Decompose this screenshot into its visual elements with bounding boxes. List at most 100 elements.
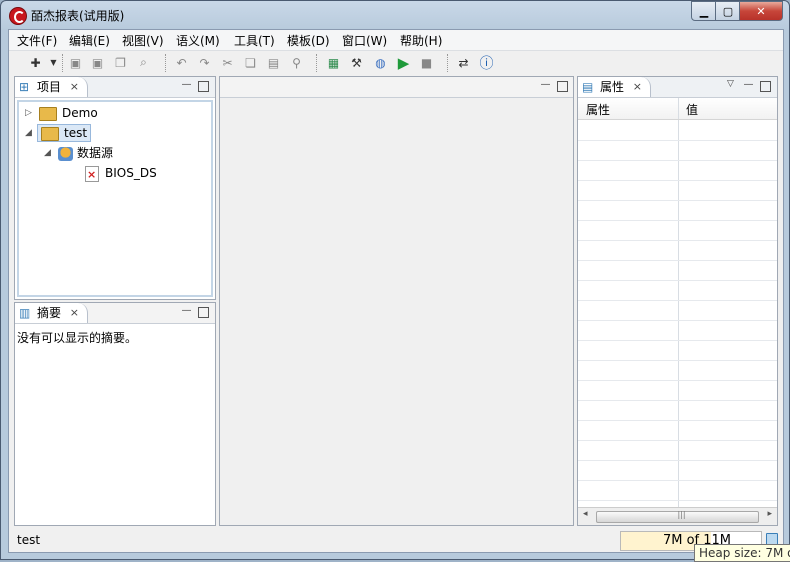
- new-dropdown-icon[interactable]: ▼: [45, 54, 62, 71]
- maximize-panel-icon[interactable]: [198, 307, 209, 318]
- menu-view[interactable]: 视图(V): [122, 32, 164, 49]
- minimize-panel-icon[interactable]: —: [181, 305, 192, 316]
- toolbar: ✚ ▼ ▣ ▣ ❐ ⌕ ↶ ↷ ✂ ❏ ▤ ⚲ ▦ ⚒ ◍ ▶ ■ ⇄ ⓘ: [9, 51, 783, 75]
- properties-table: 属性 值 ◂ ||| ▸: [578, 98, 777, 525]
- close-tab-icon[interactable]: ×: [70, 77, 79, 97]
- summary-tab-label: 摘要: [37, 306, 62, 320]
- table-row: [578, 380, 777, 401]
- maximize-panel-icon[interactable]: [557, 81, 568, 92]
- collapse-arrow-icon[interactable]: ◢: [44, 144, 51, 162]
- minimize-panel-icon[interactable]: —: [181, 79, 192, 90]
- tree-item-bios-ds[interactable]: BIOS_DS: [85, 164, 157, 184]
- expand-arrow-icon[interactable]: ▷: [25, 104, 32, 122]
- editor-area: —: [219, 76, 574, 526]
- copy-icon[interactable]: ❏: [242, 54, 259, 71]
- table-row: [578, 360, 777, 381]
- save-all-icon[interactable]: ❐: [112, 54, 129, 71]
- view-menu-icon[interactable]: ▽: [725, 79, 736, 90]
- table-row: [578, 160, 777, 181]
- menu-tools[interactable]: 工具(T): [234, 32, 275, 49]
- minimize-panel-icon[interactable]: —: [540, 79, 551, 90]
- table-row: [578, 300, 777, 321]
- column-header-value[interactable]: 值: [686, 101, 698, 118]
- web-preview-icon[interactable]: ◍: [372, 54, 389, 71]
- run-icon[interactable]: ▶: [395, 54, 412, 72]
- menu-file[interactable]: 文件(F): [17, 32, 57, 49]
- app-window: 皕杰报表(试用版) ▁ ▢ ✕ 文件(F) 编辑(E) 视图(V) 语义(M) …: [0, 0, 790, 560]
- menu-edit[interactable]: 编辑(E): [69, 32, 110, 49]
- title-bar[interactable]: 皕杰报表(试用版) ▁ ▢ ✕: [1, 1, 789, 29]
- error-file-icon: [85, 165, 99, 184]
- window-title: 皕杰报表(试用版): [31, 9, 125, 23]
- horizontal-scrollbar[interactable]: ◂ ||| ▸: [578, 507, 777, 525]
- status-text: test: [17, 533, 41, 547]
- tree-label: Demo: [62, 106, 98, 120]
- table-row: [578, 200, 777, 221]
- menu-bar: 文件(F) 编辑(E) 视图(V) 语义(M) 工具(T) 模板(D) 窗口(W…: [9, 30, 783, 51]
- app-logo-icon: [9, 7, 27, 25]
- table-row: [578, 320, 777, 341]
- paste-icon[interactable]: ▤: [265, 54, 282, 71]
- summary-empty-text: 没有可以显示的摘要。: [17, 331, 138, 345]
- heap-tooltip: Heap size: 7M of: [694, 544, 790, 562]
- table-row: [578, 440, 777, 461]
- tab-summary[interactable]: ▥ 摘要 ×: [15, 303, 89, 323]
- table-row: [578, 460, 777, 481]
- project-tab-label: 项目: [37, 80, 62, 94]
- table-row: [578, 400, 777, 421]
- new-icon[interactable]: ✚: [27, 54, 44, 71]
- table-row: [578, 480, 777, 501]
- maximize-panel-icon[interactable]: [760, 81, 771, 92]
- datasource-icon: [58, 146, 73, 161]
- menu-semantic[interactable]: 语义(M): [176, 32, 220, 49]
- table-row: [578, 140, 777, 161]
- menu-template[interactable]: 模板(D): [287, 32, 330, 49]
- properties-panel: ▤ 属性 × ▽ — 属性 值 ◂ ||| ▸: [577, 76, 778, 526]
- redo-icon[interactable]: ↷: [196, 54, 213, 71]
- info-icon[interactable]: ⓘ: [478, 54, 495, 72]
- summary-icon: ▥: [19, 306, 31, 320]
- table-header: 属性 值: [578, 98, 777, 120]
- minimize-button[interactable]: ▁: [691, 1, 717, 21]
- export-excel-icon[interactable]: ▦: [325, 54, 342, 71]
- close-tab-icon[interactable]: ×: [70, 303, 79, 323]
- save-icon[interactable]: ▣: [67, 54, 84, 71]
- table-row: [578, 340, 777, 361]
- tab-project[interactable]: ⊞ 项目 ×: [15, 77, 89, 97]
- undo-icon[interactable]: ↶: [173, 54, 190, 71]
- table-body: [578, 120, 777, 507]
- stop-icon[interactable]: ■: [418, 54, 435, 71]
- preview-icon[interactable]: ⌕: [135, 54, 152, 71]
- summary-panel: ▥ 摘要 × — 没有可以显示的摘要。: [14, 302, 216, 526]
- table-row: [578, 260, 777, 281]
- status-bar: test 7M of 11M: [9, 530, 783, 552]
- column-header-property[interactable]: 属性: [586, 101, 610, 118]
- tools-icon[interactable]: ⚒: [348, 54, 365, 71]
- maximize-panel-icon[interactable]: [198, 81, 209, 92]
- project-panel: ⊞ 项目 × — ▷ Demo ◢ test ◢ 数据源 ×BIOS_DS: [14, 76, 216, 300]
- scroll-left-icon[interactable]: ◂: [583, 509, 588, 519]
- scrollbar-thumb[interactable]: |||: [596, 510, 759, 523]
- properties-tab-label: 属性: [600, 80, 625, 94]
- table-row: [578, 120, 777, 141]
- minimize-panel-icon[interactable]: —: [743, 79, 754, 90]
- close-tab-icon[interactable]: ×: [633, 77, 642, 97]
- table-row: [578, 220, 777, 241]
- project-icon: ⊞: [19, 80, 30, 94]
- scroll-right-icon[interactable]: ▸: [767, 509, 772, 519]
- tab-properties[interactable]: ▤ 属性 ×: [578, 77, 652, 97]
- cut-icon[interactable]: ✂: [219, 54, 236, 71]
- find-icon[interactable]: ⚲: [288, 54, 305, 71]
- menu-window[interactable]: 窗口(W): [342, 32, 387, 49]
- folder-icon: [41, 126, 59, 141]
- tree-label: test: [64, 126, 88, 140]
- menu-help[interactable]: 帮助(H): [400, 32, 442, 49]
- close-button[interactable]: ✕: [739, 1, 783, 21]
- tree-label: BIOS_DS: [105, 166, 157, 180]
- collapse-arrow-icon[interactable]: ◢: [25, 124, 32, 142]
- tree-item-test[interactable]: ◢ test: [25, 124, 105, 142]
- save-as-icon[interactable]: ▣: [89, 54, 106, 71]
- maximize-button[interactable]: ▢: [715, 1, 741, 21]
- deploy-icon[interactable]: ⇄: [455, 54, 472, 71]
- table-row: [578, 180, 777, 201]
